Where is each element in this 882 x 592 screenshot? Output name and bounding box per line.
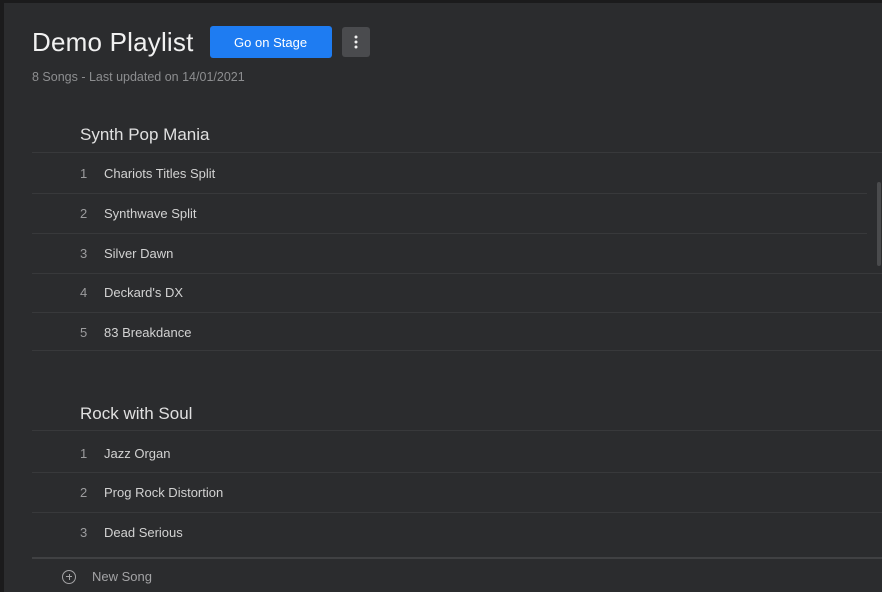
vertical-dots-icon [354, 35, 358, 49]
song-name: Jazz Organ [104, 446, 171, 461]
song-number: 2 [80, 206, 88, 221]
song-name: Synthwave Split [104, 206, 197, 221]
group-title-synth-pop-mania: Synth Pop Mania [80, 125, 210, 144]
window-left-border [0, 0, 4, 592]
song-row[interactable]: 2 Synthwave Split [80, 206, 197, 221]
song-name: Chariots Titles Split [104, 166, 216, 181]
playlist-header: Demo Playlist Go on Stage [32, 24, 370, 60]
song-row[interactable]: 3 Dead Serious [80, 525, 183, 540]
song-row[interactable]: 4 Deckard's DX [80, 285, 183, 300]
divider [32, 312, 882, 313]
divider [32, 273, 882, 274]
scrollbar[interactable] [877, 182, 881, 266]
song-number: 4 [80, 285, 88, 300]
divider [32, 472, 882, 473]
group-title-rock-with-soul: Rock with Soul [80, 404, 193, 423]
song-row[interactable]: 1 Chariots Titles Split [80, 166, 215, 181]
divider [32, 430, 882, 431]
footer-divider [32, 557, 882, 559]
divider [32, 193, 867, 194]
more-options-button[interactable] [341, 27, 370, 57]
song-row[interactable]: 3 Silver Dawn [80, 246, 173, 261]
song-number: 3 [80, 246, 88, 261]
song-number: 2 [80, 485, 88, 500]
new-song-label: New Song [92, 569, 152, 584]
song-row[interactable]: 5 83 Breakdance [80, 325, 191, 340]
window-top-border [0, 0, 882, 3]
song-name: 83 Breakdance [104, 325, 192, 340]
song-number: 5 [80, 325, 88, 340]
song-name: Dead Serious [104, 525, 183, 540]
song-name: Silver Dawn [104, 246, 174, 261]
song-name: Deckard's DX [104, 285, 184, 300]
song-name: Prog Rock Distortion [104, 485, 224, 500]
divider [32, 233, 867, 234]
song-number: 1 [80, 166, 88, 181]
plus-circle-icon [62, 569, 76, 584]
playlist-subtitle: 8 Songs - Last updated on 14/01/2021 [32, 70, 245, 84]
divider [32, 512, 882, 513]
divider [32, 350, 882, 351]
go-on-stage-button[interactable]: Go on Stage [209, 26, 332, 58]
song-number: 3 [80, 525, 88, 540]
song-row[interactable]: 1 Jazz Organ [80, 446, 170, 461]
song-row[interactable]: 2 Prog Rock Distortion [80, 485, 223, 500]
divider [32, 152, 882, 153]
song-number: 1 [80, 446, 88, 461]
playlist-title: Demo Playlist [32, 26, 194, 57]
new-song-button[interactable]: New Song [62, 569, 152, 584]
